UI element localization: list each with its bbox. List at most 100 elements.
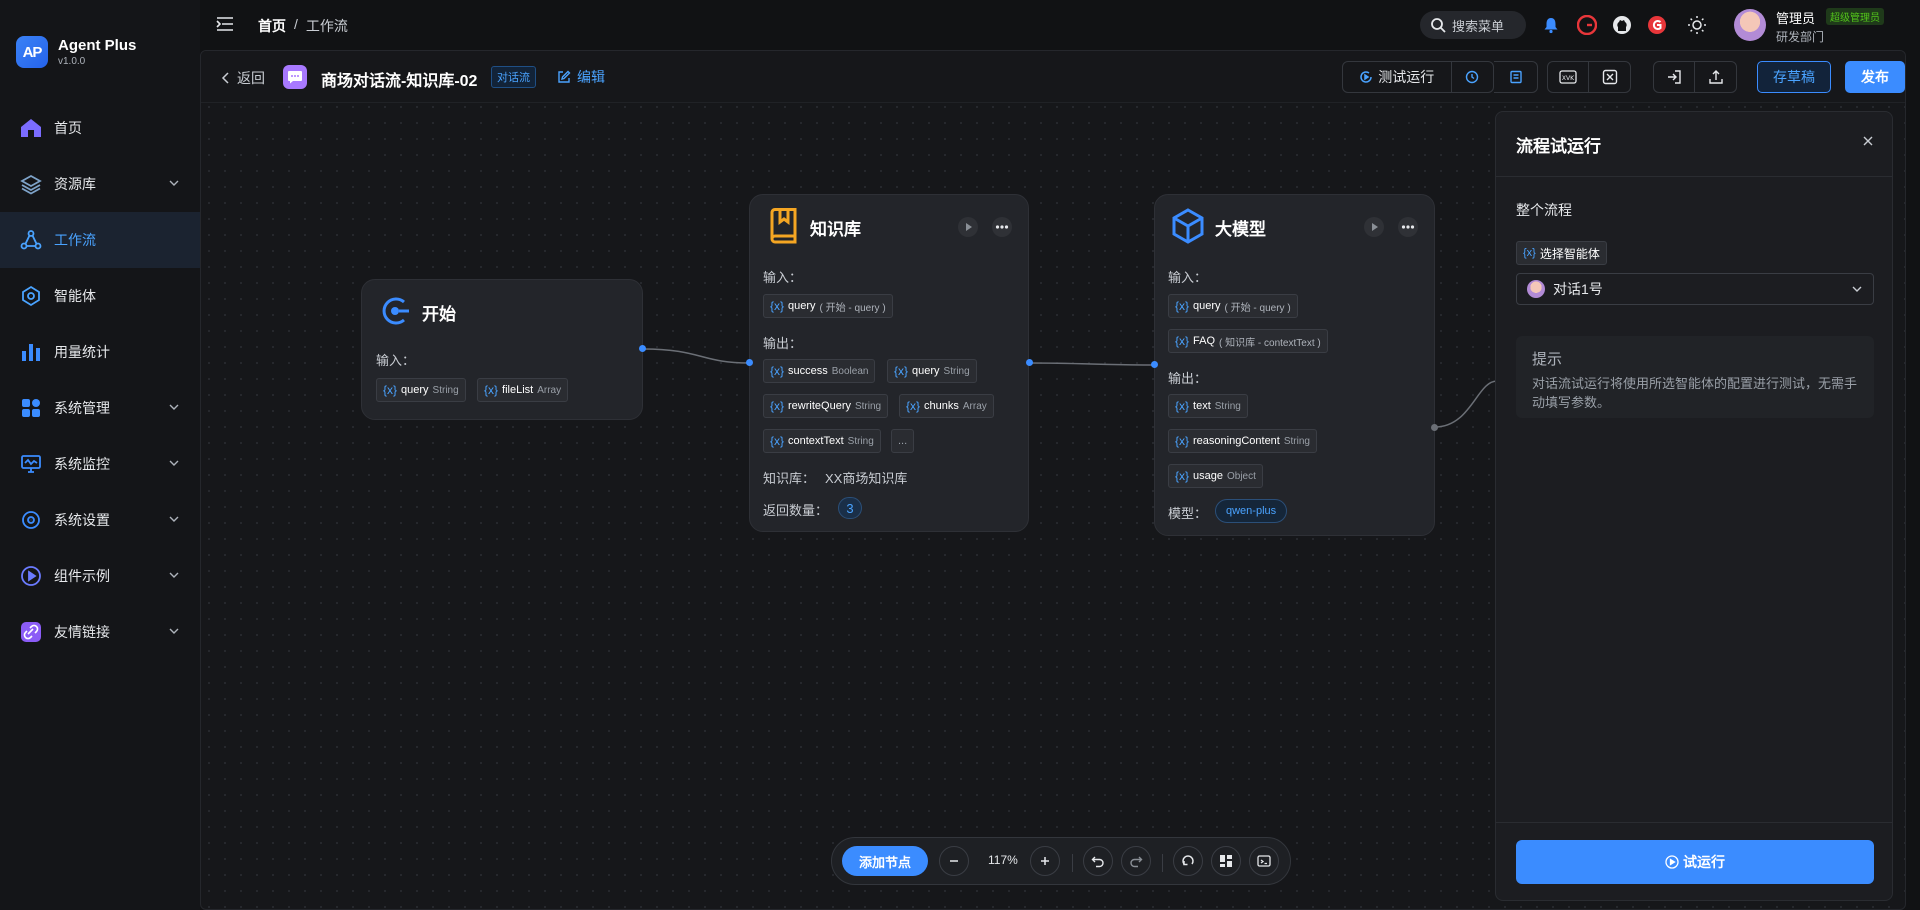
breadcrumb-home[interactable]: 首页 — [258, 16, 286, 36]
model-value: qwen-plus — [1215, 499, 1288, 523]
model-label: 模型： — [1168, 506, 1208, 521]
sidebar-item-workflow[interactable]: 工作流 — [0, 212, 200, 268]
node-llm[interactable]: 大模型 输入： {x} query( 开始 - query ) {x} FAQ( 知… — [1154, 194, 1435, 536]
more-icon[interactable] — [992, 217, 1012, 237]
agent-avatar — [1527, 280, 1545, 298]
output-port[interactable] — [1026, 359, 1033, 366]
var-prefix: {x} — [383, 383, 398, 397]
redo-icon — [1130, 856, 1143, 868]
output-label: 输出： — [763, 336, 803, 351]
var-type: String — [1283, 435, 1310, 447]
sidebar-menu: 首页 资源库 工作流 智能体 用量统计 系统管理 系统监控 系统设置 组件示例 … — [0, 100, 200, 660]
search-menu-button[interactable]: 搜索菜单 — [1420, 11, 1526, 39]
sidebar-item-label: 友情链接 — [54, 624, 110, 640]
var-prefix: {x} — [770, 299, 785, 313]
node-knowledge-base[interactable]: 知识库 输入： {x} query( 开始 - query ) 输出： {x} su… — [749, 194, 1029, 532]
workflow-canvas[interactable]: 返回 商场对话流-知识库-02 对话流 编辑 测试运行 XVK 存草稿 发布 开… — [200, 50, 1906, 910]
input-label: 输入： — [763, 270, 803, 285]
output-port[interactable] — [1431, 424, 1438, 431]
var-type: String — [432, 384, 459, 396]
sidebar-item-usage[interactable]: 用量统计 — [0, 324, 200, 380]
zoom-in-button[interactable] — [1030, 846, 1060, 876]
sidebar-item-system-monitor[interactable]: 系统监控 — [0, 436, 200, 492]
github-icon[interactable] — [1611, 14, 1633, 36]
search-menu-label: 搜索菜单 — [1452, 18, 1505, 34]
sidebar-item-components[interactable]: 组件示例 — [0, 548, 200, 604]
output-var: {x} text String — [1168, 394, 1248, 418]
refresh-icon — [1182, 855, 1194, 866]
chevron-down-icon — [1852, 286, 1862, 292]
play-circle-icon — [20, 565, 42, 587]
input-var: {x} fileList Array — [477, 378, 569, 402]
close-icon[interactable] — [1862, 134, 1874, 150]
var-type: String — [943, 365, 970, 377]
node-title: 大模型 — [1215, 220, 1266, 239]
sidebar-item-agents[interactable]: 智能体 — [0, 268, 200, 324]
sidebar-item-links[interactable]: 友情链接 — [0, 604, 200, 660]
breadcrumb: 首页 / 工作流 — [258, 16, 348, 36]
user-avatar[interactable] — [1734, 9, 1766, 41]
input-port[interactable] — [746, 359, 753, 366]
gitee-icon[interactable] — [1576, 14, 1598, 36]
var-name: contextText — [788, 435, 844, 447]
chevron-down-icon — [169, 516, 179, 522]
node-start[interactable]: 开始 输入： {x} query String {x} fileList Array — [361, 279, 643, 420]
auto-layout-button[interactable] — [1211, 846, 1241, 876]
layout-icon — [1220, 855, 1232, 867]
app-logo[interactable]: AP Agent Plus v1.0.0 — [16, 36, 136, 68]
console-button[interactable] — [1249, 846, 1279, 876]
redo-button[interactable] — [1121, 846, 1151, 876]
input-var: {x} FAQ( 知识库 - contextText ) — [1168, 329, 1328, 353]
menu-fold-icon[interactable] — [216, 15, 234, 36]
output-port[interactable] — [639, 345, 646, 352]
count-value: 3 — [838, 497, 862, 519]
undo-button[interactable] — [1083, 846, 1113, 876]
var-type: Array — [537, 384, 562, 396]
gitcode-icon[interactable] — [1646, 14, 1668, 36]
play-icon[interactable] — [1364, 217, 1384, 237]
tip-box: 提示 对话流试运行将使用所选智能体的配置进行测试，无需手动填写参数。 — [1516, 336, 1874, 418]
breadcrumb-separator: / — [294, 16, 298, 32]
sidebar-item-resources[interactable]: 资源库 — [0, 156, 200, 212]
monitor-icon — [20, 453, 42, 475]
zoom-level: 117% — [988, 853, 1018, 867]
output-var: {x} query String — [887, 359, 977, 383]
toolbar-divider — [1072, 854, 1073, 872]
run-button[interactable]: 试运行 — [1516, 840, 1874, 884]
input-var: {x} query String — [376, 378, 466, 402]
more-icon[interactable] — [1398, 217, 1418, 237]
var-type: Boolean — [831, 365, 869, 377]
chevron-down-icon — [169, 628, 179, 634]
var-prefix: {x} — [1175, 299, 1190, 313]
var-name: query — [912, 365, 940, 377]
link-icon — [20, 621, 42, 643]
user-name[interactable]: 管理员 — [1776, 8, 1815, 27]
output-var: {x} chunks Array — [899, 394, 994, 418]
zoom-out-button[interactable] — [939, 846, 969, 876]
fit-view-button[interactable] — [1173, 846, 1203, 876]
add-node-button[interactable]: 添加节点 — [842, 846, 928, 876]
agent-select-value: 对话1号 — [1553, 281, 1603, 297]
search-icon — [1431, 18, 1446, 33]
sidebar-item-system-admin[interactable]: 系统管理 — [0, 380, 200, 436]
input-var: {x} query( 开始 - query ) — [1168, 294, 1298, 318]
node-actions — [958, 217, 1012, 237]
bell-icon[interactable] — [1540, 14, 1562, 36]
input-port[interactable] — [1151, 361, 1158, 368]
output-label: 输出： — [1168, 371, 1208, 386]
kb-label: 知识库： — [763, 471, 816, 486]
more-outputs-button[interactable]: ... — [891, 429, 915, 453]
play-icon[interactable] — [958, 217, 978, 237]
theme-sun-icon[interactable] — [1686, 14, 1708, 36]
sidebar-item-system-settings[interactable]: 系统设置 — [0, 492, 200, 548]
tip-title: 提示 — [1532, 351, 1563, 368]
sidebar-item-home[interactable]: 首页 — [0, 100, 200, 156]
output-var: {x} success Boolean — [763, 359, 876, 383]
agent-select[interactable]: 对话1号 — [1516, 273, 1874, 305]
var-label-text: 选择智能体 — [1539, 246, 1600, 261]
panel-subtitle: 整个流程 — [1516, 202, 1572, 218]
run-label: 试运行 — [1683, 854, 1725, 870]
input-label: 输入： — [376, 353, 416, 368]
sidebar-item-label: 系统监控 — [54, 456, 110, 472]
terminal-icon — [1257, 855, 1271, 867]
